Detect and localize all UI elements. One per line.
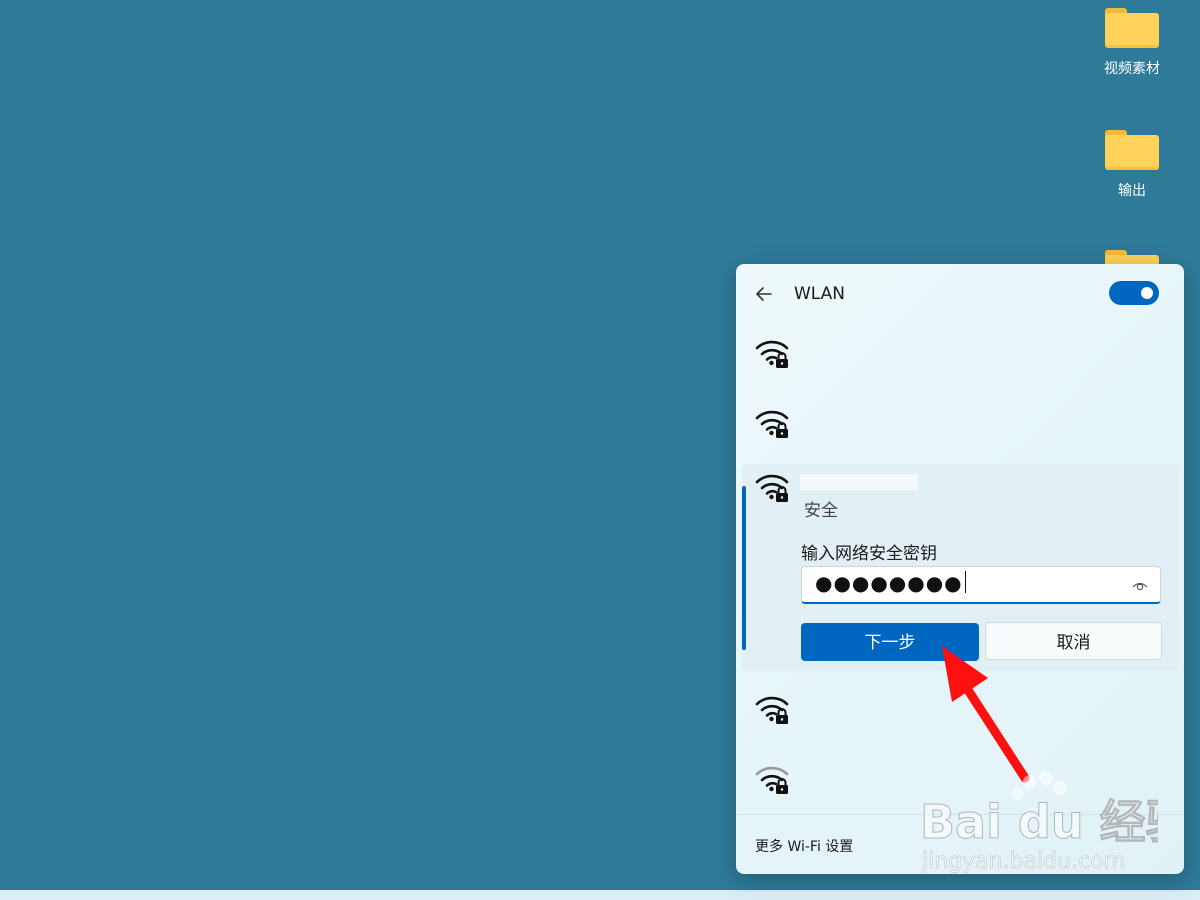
security-key-label: 输入网络安全密钥: [801, 544, 937, 564]
network-name-redacted: [800, 474, 918, 490]
wifi-secured-icon: [754, 406, 792, 440]
panel-header: WLAN: [736, 264, 1184, 324]
wifi-secured-icon: [754, 336, 792, 370]
taskbar: [0, 890, 1200, 900]
wifi-secured-icon: [754, 692, 792, 726]
wifi-secured-weak-icon: [754, 762, 792, 796]
selection-indicator: [742, 486, 746, 650]
back-arrow-icon[interactable]: [752, 282, 776, 306]
more-wifi-settings-link[interactable]: 更多 Wi-Fi 设置: [755, 836, 853, 856]
wlan-toggle-switch[interactable]: [1109, 281, 1159, 305]
svg-text:jingyan.baidu.com: jingyan.baidu.com: [921, 849, 1125, 874]
panel-title: WLAN: [794, 284, 846, 304]
desktop-icon-video-material[interactable]: 视频素材: [1087, 8, 1177, 78]
wifi-secured-icon: [754, 470, 792, 504]
folder-icon: [1105, 8, 1159, 48]
reveal-password-eye-icon[interactable]: [1132, 578, 1148, 592]
desktop-icon-label: 视频素材: [1104, 61, 1160, 77]
svg-text:Bai du 经验: Bai du 经验: [920, 795, 1158, 849]
baidu-jingyan-watermark: Bai du 经验 jingyan.baidu.com: [918, 770, 1192, 880]
annotation-arrow-icon: [930, 640, 1040, 790]
network-list-item[interactable]: [736, 398, 1184, 462]
password-masked-value: ●●●●●●●●: [815, 571, 966, 595]
network-list-item[interactable]: [736, 328, 1184, 392]
network-security-status: 安全: [804, 501, 838, 521]
desktop-icon-output[interactable]: 输出: [1087, 130, 1177, 200]
folder-icon[interactable]: [1105, 250, 1159, 264]
security-key-input[interactable]: ●●●●●●●●: [801, 566, 1161, 604]
folder-icon: [1105, 130, 1159, 170]
desktop-icon-label: 输出: [1118, 183, 1146, 199]
